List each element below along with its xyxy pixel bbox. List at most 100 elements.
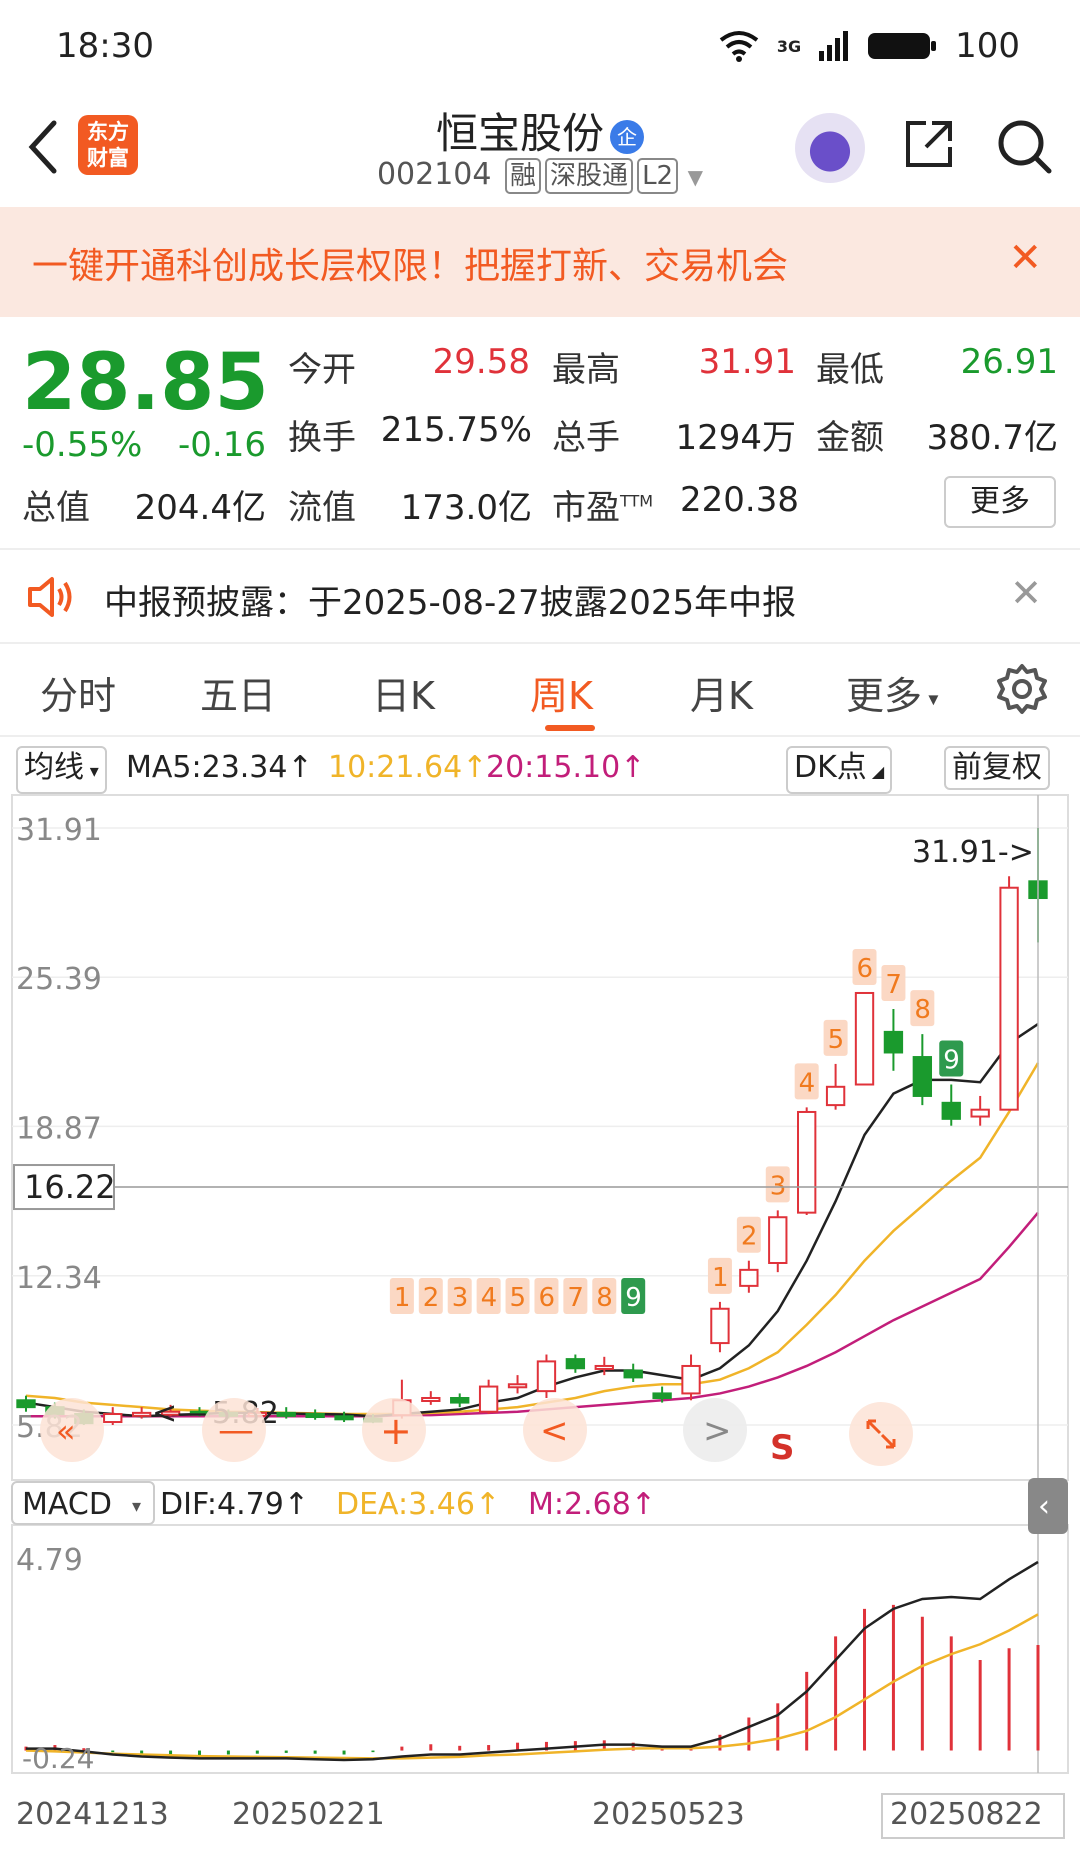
fullscreen-button[interactable] — [849, 1402, 913, 1466]
candle-body[interactable] — [507, 1383, 528, 1389]
candle-body[interactable] — [478, 1385, 499, 1413]
tab-intraday[interactable]: 分时 — [40, 665, 116, 720]
tab-more[interactable]: 更多 ▾ — [846, 665, 938, 720]
speaker-icon — [28, 577, 72, 617]
x-tick-label: 20250523 — [592, 1797, 745, 1832]
ma20-line — [26, 1211, 1039, 1418]
candle-body[interactable] — [131, 1411, 152, 1417]
candle-body[interactable] — [941, 1101, 961, 1120]
kline-chart[interactable]: 1 2 3 4 5 6 7 8 9123456789 31.91 25.39 18.87 12.… — [0, 790, 1080, 1871]
macd-bottom-label: -0.24 — [22, 1742, 94, 1775]
enterprise-badge: 企 — [610, 119, 644, 154]
settings-gear-icon[interactable] — [996, 663, 1048, 715]
tab-weekly-k[interactable]: 周K — [530, 665, 593, 720]
td-count-label: 7 — [567, 1283, 584, 1313]
td-count-label: 2 — [741, 1222, 758, 1252]
macd-chart-frame — [11, 1524, 1069, 1774]
caret-down-icon[interactable]: ▼ — [688, 165, 703, 189]
candle-body[interactable] — [536, 1360, 557, 1393]
plus-icon: + — [380, 1409, 412, 1453]
ma-toggle-dropdown[interactable]: 均线 ▾ — [16, 746, 107, 794]
dif-value: DIF:4.79↑ — [160, 1487, 309, 1522]
tab-five-day[interactable]: 五日 — [200, 665, 276, 720]
caret-down-icon: ▾ — [922, 686, 939, 711]
candle-body[interactable] — [710, 1307, 730, 1345]
current-price-label: 16.22 — [24, 1168, 116, 1206]
candle-body[interactable] — [565, 1358, 586, 1370]
dif-line — [26, 1560, 1039, 1762]
candle-body[interactable] — [623, 1369, 643, 1379]
more-quote-button[interactable]: 更多 — [944, 476, 1056, 528]
dk-point-dropdown[interactable]: DK点 ◢ — [786, 746, 893, 794]
td-count-label: 7 — [885, 970, 902, 1000]
network-type: 3G — [776, 36, 802, 56]
candle-body[interactable] — [999, 886, 1019, 1111]
battery-level: 100 — [955, 26, 1020, 66]
y-tick-label: 25.39 — [16, 962, 102, 997]
notice-bar[interactable]: 中报预披露：于2025-08-27披露2025年中报 ✕ — [0, 555, 1080, 640]
caret-down-icon: ▾ — [84, 761, 99, 782]
value-market-cap: 204.4亿 — [134, 488, 266, 528]
label-low: 最低 — [816, 350, 884, 390]
candle-body[interactable] — [305, 1413, 325, 1419]
adjust-dropdown[interactable]: 前复权 — [944, 746, 1050, 790]
candle-body[interactable] — [739, 1268, 759, 1287]
td-count-label: 6 — [538, 1283, 555, 1313]
y-tick-label: 31.91 — [16, 813, 102, 848]
td-count-label: 9 — [625, 1283, 642, 1313]
candle-body[interactable] — [681, 1364, 701, 1395]
close-notice-icon[interactable]: ✕ — [1010, 571, 1042, 615]
chevron-left-icon: ‹ — [1038, 1489, 1050, 1524]
notice-text: 中报预披露：于2025-08-27披露2025年中报 — [104, 583, 797, 623]
tab-more-label: 更多 — [846, 674, 923, 718]
candle-body[interactable] — [797, 1110, 817, 1214]
candle-body[interactable] — [103, 1413, 123, 1424]
m-value: M:2.68↑ — [528, 1487, 656, 1522]
tab-daily-k[interactable]: 日K — [372, 665, 435, 720]
candle-body[interactable] — [883, 1030, 904, 1054]
status-time: 18:30 — [56, 26, 154, 66]
candle-body[interactable] — [912, 1056, 933, 1097]
search-icon[interactable] — [995, 117, 1053, 175]
tab-monthly-k[interactable]: 月K — [690, 665, 753, 720]
kline-indicator-bar: 均线 ▾ MA5:23.34↑ 10:21.64↑ 20:15.10↑ DK点 … — [16, 746, 1066, 794]
candle-body[interactable] — [334, 1415, 354, 1421]
x-tick-label: 20250221 — [232, 1797, 385, 1832]
assistant-robot-icon[interactable] — [795, 113, 865, 183]
candle-body[interactable] — [594, 1364, 614, 1370]
candle-body[interactable] — [421, 1396, 441, 1402]
label-amount: 金额 — [816, 418, 884, 458]
promo-banner[interactable]: 一键开通科创成长层权限！把握打新、交易机会 ✕ — [0, 207, 1080, 317]
label-market-cap: 总值 — [22, 488, 90, 528]
candle-body[interactable] — [276, 1411, 296, 1417]
label-turnover: 换手 — [288, 418, 356, 458]
ma-toggle-label: 均线 — [24, 750, 84, 785]
candle-body[interactable] — [16, 1399, 36, 1409]
value-low: 26.91 — [960, 342, 1058, 382]
macd-group — [24, 1560, 1040, 1762]
tag-level2: L2 — [637, 158, 679, 194]
value-volume: 1294万 — [675, 418, 796, 458]
candle-body[interactable] — [652, 1392, 672, 1399]
td-count-label: 8 — [914, 995, 931, 1025]
stock-name-text: 恒宝股份 — [435, 109, 604, 158]
ma5-value: MA5:23.34↑ — [126, 750, 313, 785]
ma5-line — [25, 1023, 1039, 1418]
value-high: 31.91 — [698, 342, 796, 382]
label-volume: 总手 — [552, 418, 620, 458]
share-icon[interactable] — [902, 117, 956, 171]
td-count-label: 1 — [712, 1263, 729, 1293]
change-amount: -0.16 — [178, 425, 266, 465]
candle-body[interactable] — [450, 1396, 470, 1404]
caret-icon: ◢ — [866, 762, 885, 781]
label-pe: 市盈TTM — [552, 480, 653, 529]
candle-body[interactable] — [970, 1108, 990, 1118]
candle-body[interactable] — [854, 991, 875, 1086]
candle-body[interactable] — [768, 1216, 788, 1264]
ma20-value: 20:15.10↑ — [486, 750, 646, 785]
candle-body[interactable] — [825, 1085, 846, 1107]
dk-label: DK点 — [794, 750, 867, 785]
date-axis: 20241213 20250221 20250523 20250822 — [16, 1793, 1065, 1839]
close-icon[interactable]: ✕ — [1008, 235, 1042, 281]
macd-toggle-label: MACD — [22, 1487, 112, 1522]
